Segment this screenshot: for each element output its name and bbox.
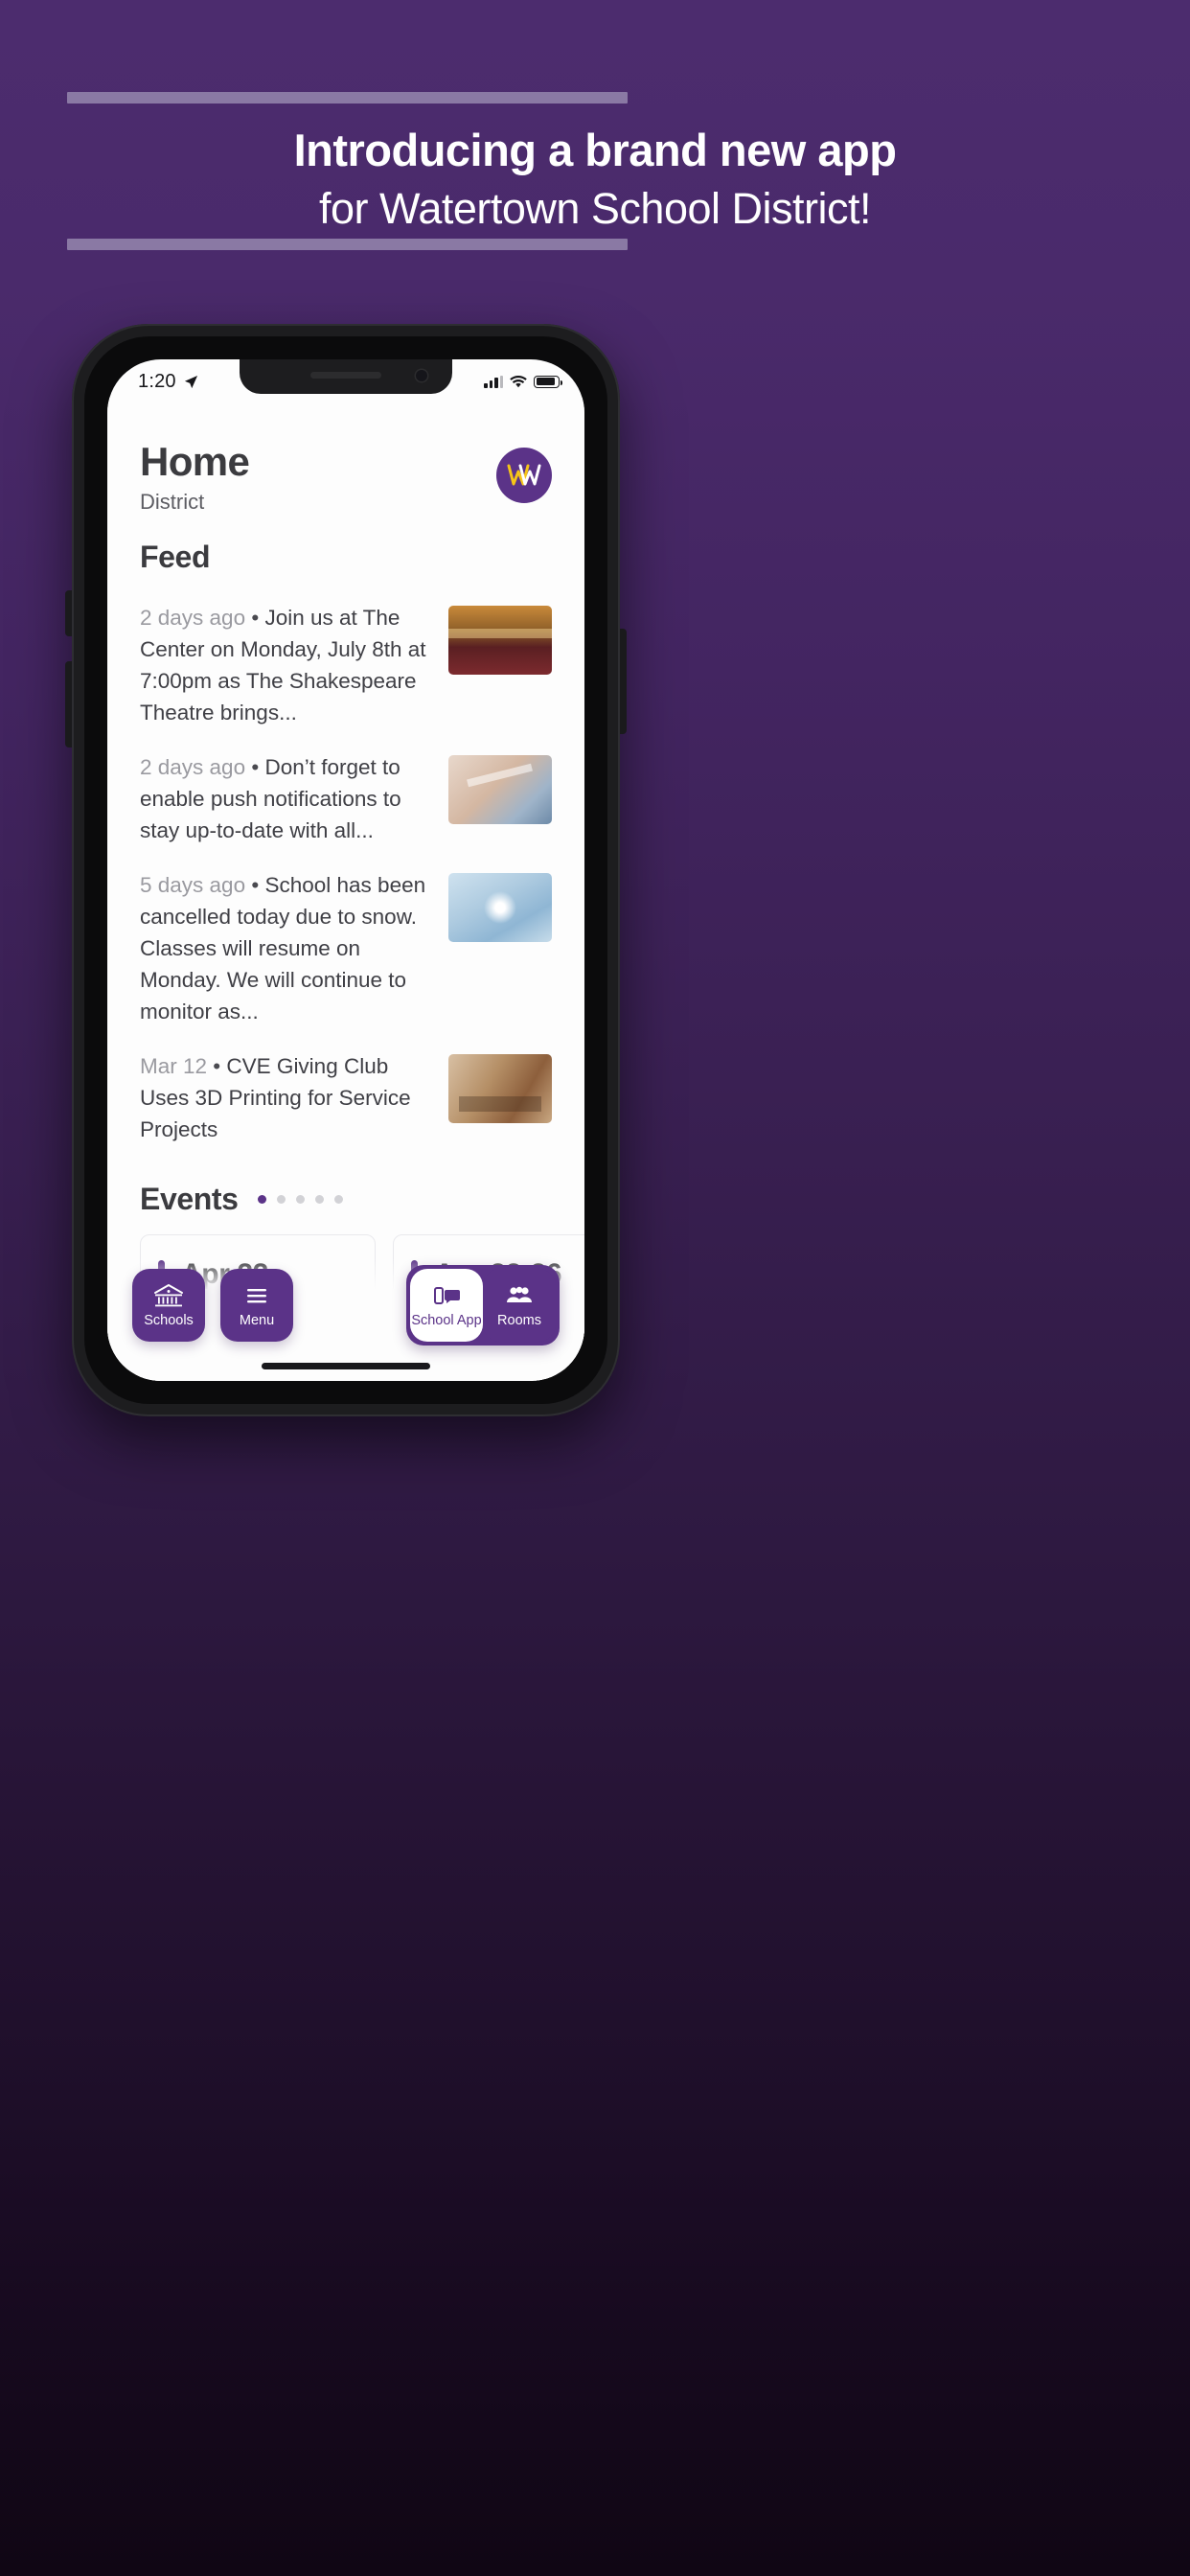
pagination-dot[interactable] xyxy=(333,1195,343,1204)
feed-item-text: 2 days ago • Don’t forget to enable push… xyxy=(140,755,401,842)
pagination-dot[interactable] xyxy=(257,1195,266,1204)
location-arrow-icon xyxy=(184,375,197,388)
feed-item-ago: 2 days ago xyxy=(140,606,246,630)
events-section-title: Events xyxy=(107,1182,584,1217)
app-header-text: Home District xyxy=(140,439,250,515)
promo-headline: Introducing a brand new app for Watertow… xyxy=(0,123,1190,236)
headline-line-2: for Watertown School District! xyxy=(319,184,872,233)
pagination-dot[interactable] xyxy=(295,1195,305,1204)
pagination-dot[interactable] xyxy=(276,1195,286,1204)
divider-bottom xyxy=(67,239,628,250)
list-item[interactable]: 5 days ago • School has been cancelled t… xyxy=(140,858,552,1039)
app-header: Home District xyxy=(107,398,584,515)
feed-item-thumbnail xyxy=(448,755,552,824)
events-title-text: Events xyxy=(140,1182,239,1216)
feed-item-ago: Mar 12 xyxy=(140,1054,208,1078)
wifi-icon xyxy=(510,375,527,387)
list-item[interactable]: 2 days ago • Don’t forget to enable push… xyxy=(140,740,552,858)
status-bar-left: 1:20 xyxy=(138,371,198,393)
phone-screen: 1:20 Home District Feed 2 days ago • Joi… xyxy=(107,359,584,1381)
power-button[interactable] xyxy=(620,629,627,734)
watertown-w-logo-icon xyxy=(507,464,541,486)
feed-item-ago: 5 days ago xyxy=(140,873,246,897)
tab-school-app[interactable]: School App xyxy=(410,1269,483,1342)
earpiece-speaker xyxy=(310,372,381,379)
battery-icon xyxy=(534,375,563,388)
headline-line-1: Introducing a brand new app xyxy=(293,125,897,175)
tab-rooms[interactable]: Rooms xyxy=(483,1269,556,1342)
front-camera-icon xyxy=(416,370,427,381)
app-message-icon xyxy=(434,1287,460,1304)
tab-menu[interactable]: Menu xyxy=(220,1269,293,1342)
list-item[interactable]: Mar 12 • CVE Giving Club Uses 3D Printin… xyxy=(140,1039,552,1157)
home-indicator[interactable] xyxy=(262,1363,430,1369)
feed-item-ago: 2 days ago xyxy=(140,755,246,779)
feed-item-text: Mar 12 • CVE Giving Club Uses 3D Printin… xyxy=(140,1054,411,1141)
feed-item-thumbnail xyxy=(448,606,552,675)
feed-item-thumbnail xyxy=(448,873,552,942)
notch xyxy=(240,359,452,394)
feed-list: 2 days ago • Join us at The Center on Mo… xyxy=(107,590,584,1157)
pagination-dot[interactable] xyxy=(314,1195,324,1204)
bank-columns-icon xyxy=(154,1284,183,1307)
people-group-icon xyxy=(507,1286,532,1302)
status-bar-right xyxy=(484,375,563,388)
tab-label: School App xyxy=(411,1313,482,1328)
events-pagination[interactable] xyxy=(257,1195,343,1204)
divider-top xyxy=(67,92,628,104)
feed-item-text: 5 days ago • School has been cancelled t… xyxy=(140,873,426,1024)
tab-label: Menu xyxy=(239,1313,275,1328)
tabbar-right-group: School App Rooms xyxy=(406,1265,560,1346)
phone-bezel: 1:20 Home District Feed 2 days ago • Joi… xyxy=(84,336,607,1404)
phone-mockup: 1:20 Home District Feed 2 days ago • Joi… xyxy=(65,324,627,1416)
tab-label: Rooms xyxy=(497,1313,541,1328)
avatar[interactable] xyxy=(496,448,552,503)
tab-schools[interactable]: Schools xyxy=(132,1269,205,1342)
list-item[interactable]: 2 days ago • Join us at The Center on Mo… xyxy=(140,590,552,740)
feed-item-text: 2 days ago • Join us at The Center on Mo… xyxy=(140,606,426,724)
page-title: Home xyxy=(140,439,250,484)
app-screen: Home District Feed 2 days ago • Join us … xyxy=(107,398,584,1381)
feed-section-title: Feed xyxy=(107,540,584,575)
promo-poster: Introducing a brand new app for Watertow… xyxy=(0,0,1190,2576)
cellular-signal-icon xyxy=(484,375,503,388)
feed-item-thumbnail xyxy=(448,1054,552,1123)
page-subtitle: District xyxy=(140,490,205,514)
status-time: 1:20 xyxy=(138,370,176,392)
hamburger-menu-icon xyxy=(247,1289,266,1303)
tab-label: Schools xyxy=(144,1313,194,1328)
tabbar-left-group: Schools Menu xyxy=(132,1269,293,1342)
feed-title-text: Feed xyxy=(140,540,211,574)
